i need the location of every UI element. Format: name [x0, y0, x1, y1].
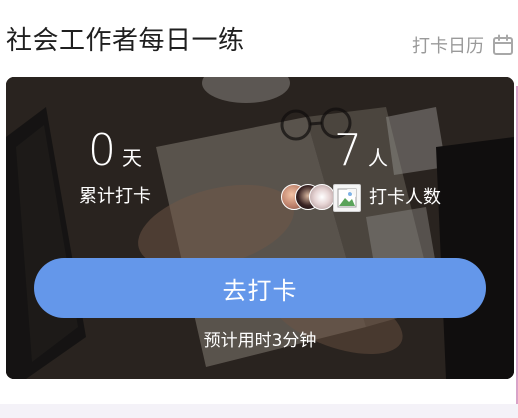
daily-practice-page: 社会工作者每日一练 打卡日历 0 天 累计打卡 7 人 打卡人数 去打卡 预计用…	[0, 0, 518, 418]
checkin-card: 0 天 累计打卡 7 人 打卡人数 去打卡 预计用时3分钟	[6, 77, 514, 379]
go-checkin-button[interactable]: 去打卡	[34, 258, 486, 318]
checkin-calendar-link[interactable]: 打卡日历	[412, 32, 514, 58]
calendar-icon	[493, 34, 513, 55]
avatar-stack[interactable]	[281, 183, 365, 213]
broken-image-icon	[337, 188, 357, 208]
avatar	[333, 184, 361, 212]
estimated-time-text: 预计用时3分钟	[203, 331, 317, 351]
total-checkin-label: 累计打卡	[79, 186, 151, 207]
checkin-calendar-label: 打卡日历	[412, 36, 484, 57]
total-checkin-count: 0	[88, 125, 116, 176]
checkin-people-stat: 7 人 打卡人数	[266, 127, 456, 213]
checkin-people-unit: 人	[368, 146, 388, 170]
checkin-people-label-row: 打卡人数	[266, 183, 456, 213]
total-checkin-value-row: 0 天	[40, 127, 190, 175]
header: 社会工作者每日一练 打卡日历	[0, 0, 518, 76]
page-title: 社会工作者每日一练	[6, 26, 245, 56]
checkin-people-label: 打卡人数	[369, 187, 441, 208]
total-checkin-unit: 天	[122, 146, 142, 170]
checkin-people-count: 7	[334, 125, 362, 176]
checkin-people-value-row: 7 人	[266, 127, 456, 175]
total-checkin-stat: 0 天 累计打卡	[40, 127, 190, 209]
avatar	[309, 184, 335, 210]
footer-divider	[0, 404, 518, 418]
